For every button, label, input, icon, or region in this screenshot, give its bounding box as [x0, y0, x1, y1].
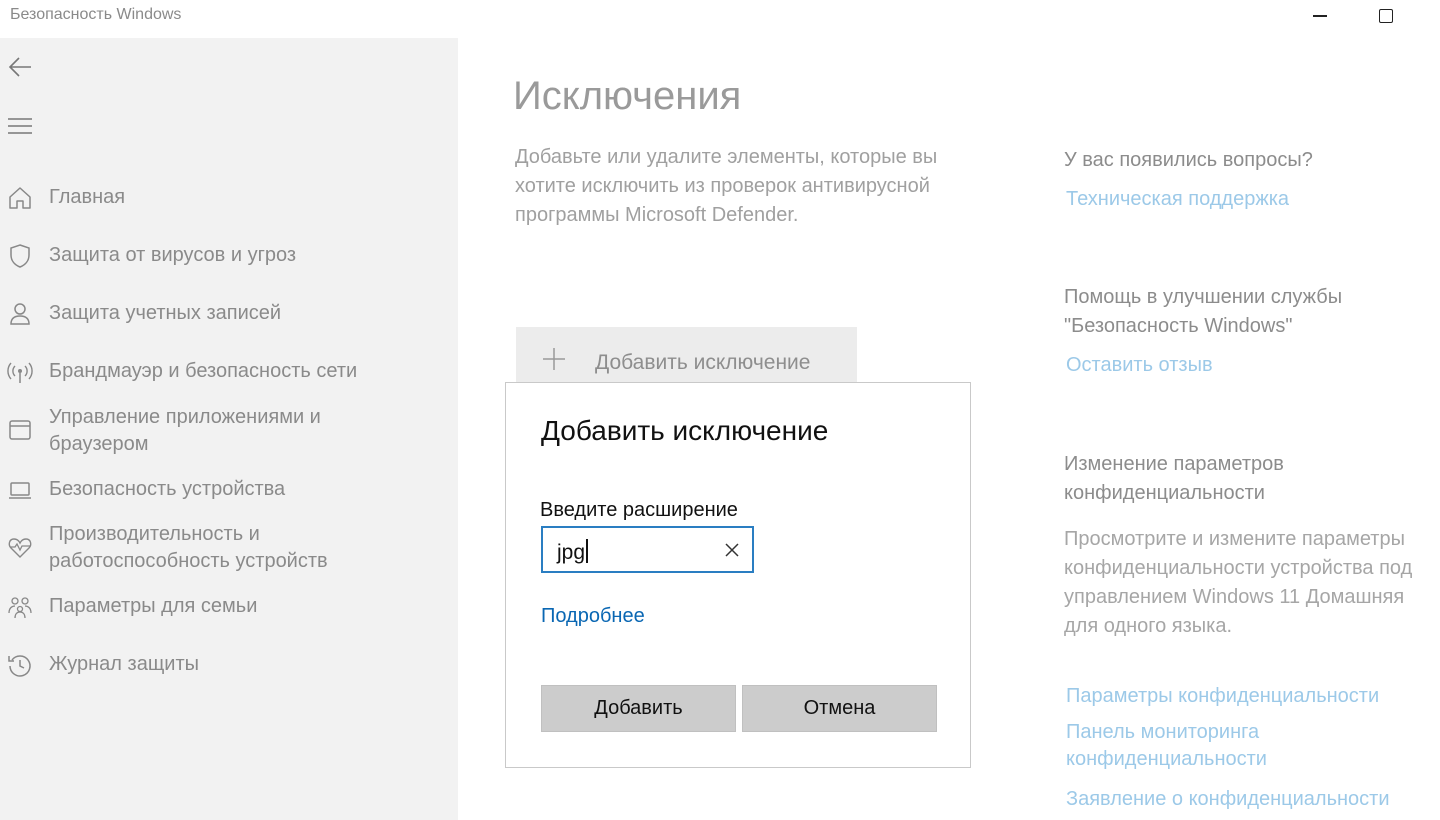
home-icon [6, 184, 34, 212]
back-arrow-icon [8, 57, 31, 77]
page-description: Добавьте или удалите элементы, которые в… [515, 146, 938, 226]
plus-icon [542, 347, 566, 371]
maximize-icon [1379, 9, 1393, 23]
sidebar-item-label: Управление приложениями и браузером [49, 406, 321, 455]
sidebar: Главная Защита от вирусов и угроз Защита… [0, 38, 458, 820]
questions-heading: У вас появились вопросы? [1064, 149, 1313, 171]
feedback-link[interactable]: Оставить отзыв [1066, 351, 1213, 380]
add-exclusion-dialog: Добавить исключение Введите расширение j… [505, 382, 971, 768]
sidebar-item-label: Главная [49, 186, 126, 208]
title-bar: Безопасность Windows [0, 0, 1440, 38]
sidebar-item-protection-history[interactable]: Журнал защиты [0, 651, 458, 681]
browser-icon [6, 416, 34, 444]
person-icon [6, 300, 34, 328]
improve-heading: Помощь в улучшении службы "Безопасность … [1064, 286, 1343, 337]
dialog-title: Добавить исключение [541, 415, 829, 446]
shield-icon [6, 242, 34, 270]
minimize-button[interactable] [1300, 4, 1340, 28]
maximize-button[interactable] [1366, 4, 1406, 28]
menu-button[interactable] [6, 112, 36, 142]
add-button[interactable]: Добавить [541, 685, 736, 732]
hamburger-icon [8, 118, 32, 134]
sidebar-item-label: Защита от вирусов и угроз [49, 244, 297, 266]
antenna-icon [6, 358, 34, 386]
learn-more-link[interactable]: Подробнее [541, 605, 645, 628]
app-title: Безопасность Windows [10, 6, 182, 23]
text-caret [586, 539, 588, 563]
sidebar-item-virus-protection[interactable]: Защита от вирусов и угроз [0, 242, 458, 272]
sidebar-item-device-performance[interactable]: Производительность и работоспособность у… [0, 521, 458, 577]
sidebar-item-label: Журнал защиты [49, 653, 199, 675]
laptop-icon [6, 476, 34, 504]
heart-pulse-icon [6, 533, 34, 561]
sidebar-item-firewall[interactable]: Брандмауэр и безопасность сети [0, 358, 458, 388]
privacy-settings-link[interactable]: Параметры конфиденциальности [1066, 682, 1379, 711]
cancel-button[interactable]: Отмена [742, 685, 937, 732]
privacy-statement-link[interactable]: Заявление о конфиденциальности [1066, 785, 1390, 814]
sidebar-item-label: Безопасность устройства [49, 478, 286, 500]
history-icon [6, 651, 34, 679]
back-button[interactable] [6, 52, 36, 82]
add-exclusion-label: Добавить исключение [595, 351, 811, 374]
sidebar-item-device-security[interactable]: Безопасность устройства [0, 476, 458, 506]
extension-input-value: jpg [557, 541, 586, 564]
sidebar-item-label: Брандмауэр и безопасность сети [49, 360, 358, 382]
minimize-icon [1313, 15, 1327, 17]
support-link[interactable]: Техническая поддержка [1066, 185, 1289, 214]
clear-icon[interactable] [722, 540, 742, 560]
privacy-text: Просмотрите и измените параметры конфиде… [1064, 528, 1413, 637]
sidebar-item-label: Защита учетных записей [49, 302, 282, 324]
sidebar-item-label: Производительность и работоспособность у… [49, 523, 328, 572]
sidebar-item-family[interactable]: Параметры для семьи [0, 593, 458, 623]
extension-input[interactable]: jpg [541, 526, 754, 573]
family-icon [6, 593, 34, 621]
sidebar-item-account-protection[interactable]: Защита учетных записей [0, 300, 458, 330]
privacy-dashboard-link[interactable]: Панель мониторинга конфиденциальности [1066, 719, 1306, 773]
sidebar-item-home[interactable]: Главная [0, 184, 458, 214]
sidebar-item-app-browser[interactable]: Управление приложениями и браузером [0, 404, 458, 460]
privacy-heading: Изменение параметров конфиденциальности [1064, 453, 1284, 504]
sidebar-item-label: Параметры для семьи [49, 595, 258, 617]
page-title: Исключения [513, 74, 742, 118]
extension-field-label: Введите расширение [540, 499, 738, 521]
